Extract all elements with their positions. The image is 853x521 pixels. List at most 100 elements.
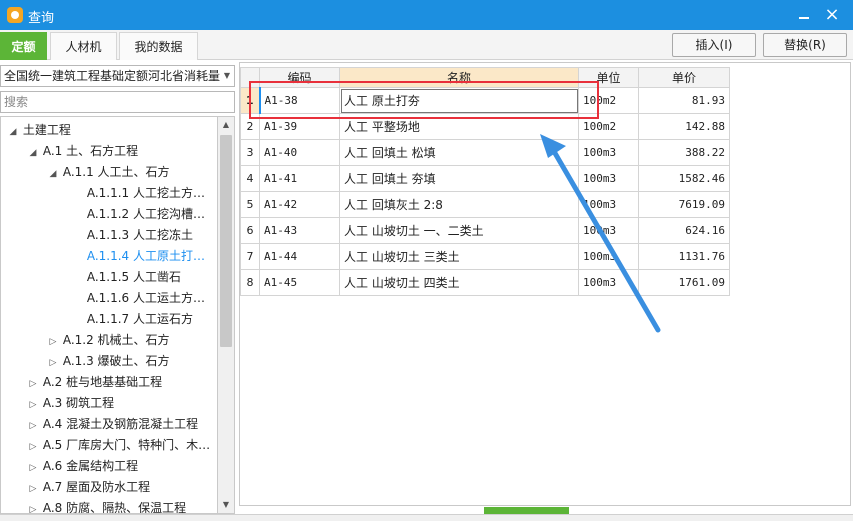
price-cell[interactable]: 7619.09 (638, 191, 730, 218)
unit-cell[interactable]: 100m3 (578, 191, 639, 218)
table-row[interactable]: 8 A1-45 人工 山坡切土 四类土 100m3 1761.09 (240, 269, 730, 296)
row-index: 5 (240, 191, 260, 218)
tree-item[interactable]: ▷ A.7 屋面及防水工程 (1, 477, 217, 497)
name-cell[interactable]: 人工 回填土 松填 (339, 139, 579, 166)
tree-item[interactable]: ▷ A.6 金属结构工程 (1, 456, 217, 476)
scroll-up-icon[interactable]: ▲ (218, 117, 234, 133)
left-panel: 全国统一建筑工程基础定额河北省消耗量 ▼ ◢ 土建工程 ◢ A.1 土、石方工程… (0, 62, 237, 514)
tree-item[interactable]: A.1.1.6 人工运土方… (1, 288, 217, 308)
header-unit[interactable]: 单位 (578, 67, 639, 88)
tree-item[interactable]: A.1.1.2 人工挖沟槽… (1, 204, 217, 224)
splitter-handle[interactable] (484, 507, 569, 514)
tab-quota[interactable]: 定额 (0, 32, 47, 60)
unit-cell[interactable]: 100m3 (578, 243, 639, 270)
name-cell[interactable]: 人工 山坡切土 三类土 (339, 243, 579, 270)
name-cell[interactable]: 人工 山坡切土 一、二类土 (339, 217, 579, 244)
tree-item-label: A.1.1.2 人工挖沟槽… (86, 207, 205, 221)
name-cell[interactable]: 人工 原土打夯 (339, 87, 579, 114)
price-cell[interactable]: 1761.09 (638, 269, 730, 296)
table-row[interactable]: 7 A1-44 人工 山坡切土 三类土 100m3 1131.76 (240, 243, 730, 270)
code-cell[interactable]: A1-44 (259, 243, 340, 270)
tree-item-label: A.1.1.5 人工凿石 (86, 270, 181, 284)
price-cell[interactable]: 388.22 (638, 139, 730, 166)
table-row[interactable]: 5 A1-42 人工 回填灰土 2:8 100m3 7619.09 (240, 191, 730, 218)
header-index (240, 67, 260, 88)
expand-toggle-icon[interactable]: ▷ (27, 479, 39, 497)
tree-scrollbar[interactable]: ▲ ▼ (217, 116, 235, 514)
expand-toggle-icon[interactable]: ▷ (27, 395, 39, 413)
header-code[interactable]: 编码 (259, 67, 340, 88)
tree-item[interactable]: A.1.1.7 人工运石方 (1, 309, 217, 329)
header-name[interactable]: 名称 (339, 67, 579, 88)
name-cell[interactable]: 人工 回填土 夯填 (339, 165, 579, 192)
tree-item[interactable]: A.1.1.3 人工挖冻土 (1, 225, 217, 245)
minimize-icon[interactable] (793, 4, 815, 26)
unit-cell[interactable]: 100m3 (578, 269, 639, 296)
tree-item[interactable]: ▷ A.4 混凝土及钢筋混凝土工程 (1, 414, 217, 434)
scrollbar-thumb[interactable] (220, 135, 232, 347)
tree-item[interactable]: ◢ A.1 土、石方工程 (1, 141, 217, 161)
expand-toggle-icon[interactable]: ▷ (27, 437, 39, 455)
tree-item-selected[interactable]: A.1.1.4 人工原土打… (1, 246, 217, 266)
replace-button[interactable]: 替换(R) (763, 33, 847, 57)
name-cell[interactable]: 人工 回填灰土 2:8 (339, 191, 579, 218)
table-row[interactable]: 4 A1-41 人工 回填土 夯填 100m3 1582.46 (240, 165, 730, 192)
tree-item[interactable]: ◢ 土建工程 (1, 120, 217, 140)
price-cell[interactable]: 142.88 (638, 113, 730, 140)
tree-item[interactable]: ▷ A.1.3 爆破土、石方 (1, 351, 217, 371)
code-cell[interactable]: A1-39 (259, 113, 340, 140)
expand-toggle-icon[interactable]: ▷ (47, 332, 59, 350)
expand-toggle-icon[interactable]: ▷ (47, 353, 59, 371)
unit-cell[interactable]: 100m2 (578, 113, 639, 140)
expand-toggle-icon[interactable]: ▷ (27, 416, 39, 434)
tree-item[interactable]: A.1.1.1 人工挖土方… (1, 183, 217, 203)
code-cell[interactable]: A1-42 (259, 191, 340, 218)
scroll-down-icon[interactable]: ▼ (218, 497, 234, 513)
code-cell[interactable]: A1-38 (258, 87, 340, 114)
price-cell[interactable]: 1131.76 (638, 243, 730, 270)
table-row[interactable]: 6 A1-43 人工 山坡切土 一、二类土 100m3 624.16 (240, 217, 730, 244)
price-cell[interactable]: 81.93 (638, 87, 730, 114)
expand-toggle-icon[interactable]: ▷ (27, 500, 39, 513)
tree-item[interactable]: ▷ A.1.2 机械土、石方 (1, 330, 217, 350)
name-cell[interactable]: 人工 平整场地 (339, 113, 579, 140)
code-cell[interactable]: A1-45 (259, 269, 340, 296)
expand-toggle-icon[interactable]: ▷ (27, 458, 39, 476)
expand-toggle-icon[interactable]: ◢ (27, 143, 39, 161)
tree-item[interactable]: ▷ A.8 防腐、隔热、保温工程 (1, 498, 217, 513)
code-cell[interactable]: A1-43 (259, 217, 340, 244)
unit-cell[interactable]: 100m3 (578, 217, 639, 244)
tab-labor-material-machine[interactable]: 人材机 (50, 32, 117, 60)
search-input[interactable] (0, 91, 235, 113)
unit-cell[interactable]: 100m3 (578, 165, 639, 192)
tree-item-label: A.1.1.6 人工运土方… (86, 291, 205, 305)
code-cell[interactable]: A1-41 (259, 165, 340, 192)
tree-item-label: A.3 砌筑工程 (42, 396, 115, 410)
expand-toggle-icon[interactable]: ◢ (47, 164, 59, 182)
table-row[interactable]: 1 A1-38 人工 原土打夯 100m2 81.93 (240, 87, 730, 114)
unit-cell[interactable]: 100m2 (578, 87, 639, 114)
tree-item-label: A.1.1.3 人工挖冻土 (86, 228, 193, 242)
expand-toggle-icon[interactable]: ▷ (27, 374, 39, 392)
code-cell[interactable]: A1-40 (259, 139, 340, 166)
tree-item[interactable]: ◢ A.1.1 人工土、石方 (1, 162, 217, 182)
tree-item[interactable]: ▷ A.5 厂库房大门、特种门、木… (1, 435, 217, 455)
tab-my-data[interactable]: 我的数据 (119, 32, 198, 60)
quota-library-select[interactable]: 全国统一建筑工程基础定额河北省消耗量 ▼ (0, 65, 235, 87)
unit-cell[interactable]: 100m3 (578, 139, 639, 166)
price-cell[interactable]: 1582.46 (638, 165, 730, 192)
tree-item[interactable]: ▷ A.3 砌筑工程 (1, 393, 217, 413)
table-row[interactable]: 3 A1-40 人工 回填土 松填 100m3 388.22 (240, 139, 730, 166)
name-cell[interactable]: 人工 山坡切土 四类土 (339, 269, 579, 296)
insert-button[interactable]: 插入(I) (672, 33, 756, 57)
tree-item-label: A.1.1.7 人工运石方 (86, 312, 193, 326)
table-row[interactable]: 2 A1-39 人工 平整场地 100m2 142.88 (240, 113, 730, 140)
price-cell[interactable]: 624.16 (638, 217, 730, 244)
tree-item[interactable]: A.1.1.5 人工凿石 (1, 267, 217, 287)
close-icon[interactable]: × (821, 4, 843, 26)
expand-toggle-icon[interactable]: ◢ (7, 122, 19, 140)
header-price[interactable]: 单价 (638, 67, 730, 88)
tree-item-label: A.4 混凝土及钢筋混凝土工程 (42, 417, 199, 431)
tree-item[interactable]: ▷ A.2 桩与地基基础工程 (1, 372, 217, 392)
tab-toolbar: 定额 人材机 我的数据 插入(I) 替换(R) (0, 30, 853, 60)
